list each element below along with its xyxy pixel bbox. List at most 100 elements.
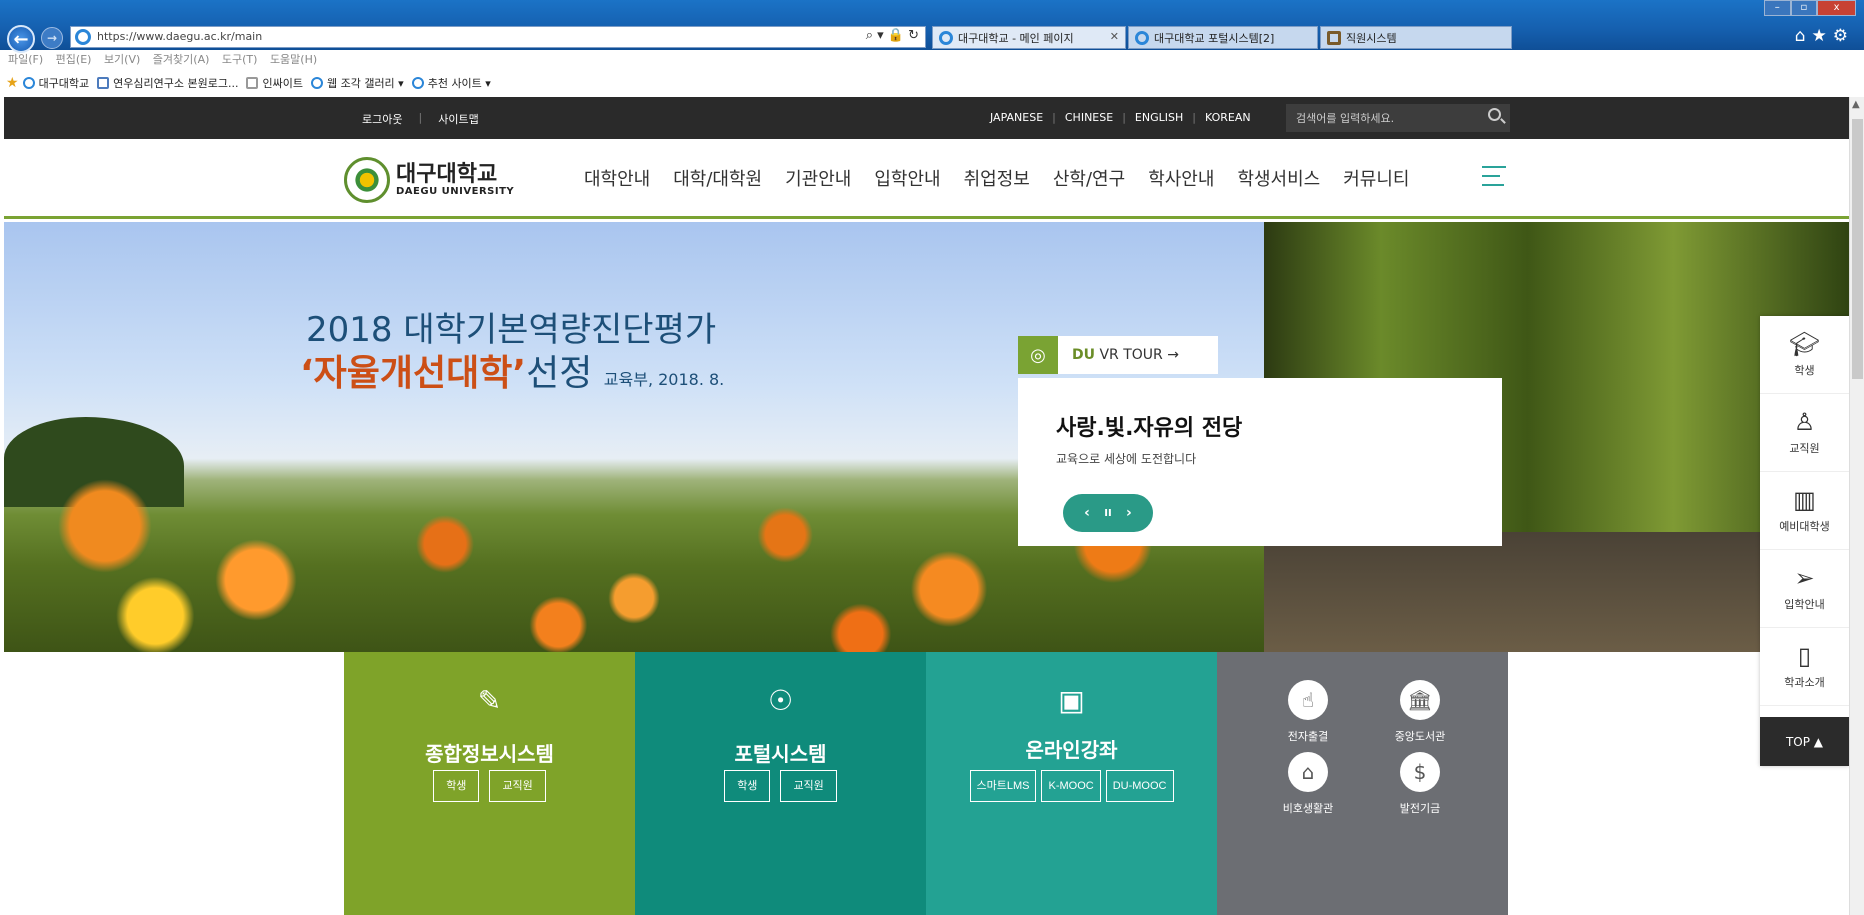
- tab-close-icon[interactable]: ✕: [1110, 30, 1119, 43]
- ie-page-icon: [75, 29, 91, 45]
- main-nav: 대학안내 대학/대학원 기관안내 입학안내 취업정보 산학/연구 학사안내 학생…: [584, 165, 1410, 191]
- monitor-chart-icon: ▣: [1058, 683, 1085, 717]
- back-button[interactable]: ←: [7, 25, 35, 53]
- nav-research[interactable]: 산학/연구: [1053, 165, 1125, 191]
- library-link[interactable]: 🏛︎ 중앙도서관: [1365, 680, 1475, 744]
- quick-prospective[interactable]: ▥ 예비대학생: [1760, 472, 1849, 550]
- hero-highlight: ‘자율개선대학’: [300, 353, 527, 394]
- tile-info-system: ✎ 종합정보시스템 학생 교직원: [344, 652, 635, 915]
- fav-item[interactable]: 연우심리연구소 본원로그...: [97, 75, 238, 91]
- library-building-icon: 🏛︎: [1400, 680, 1440, 720]
- du-mooc-button[interactable]: DU-MOOC: [1105, 770, 1174, 802]
- menu-edit[interactable]: 편집(E): [56, 53, 92, 66]
- quick-label: 학과소개: [1784, 675, 1825, 689]
- lang-japanese[interactable]: JAPANESE: [990, 111, 1043, 124]
- forward-button[interactable]: →: [41, 27, 63, 49]
- tab-staff[interactable]: 직원시스템: [1320, 26, 1512, 49]
- fav-item[interactable]: 인싸이트: [246, 75, 303, 91]
- tile-online-course: ▣ 온라인강좌 스마트LMS K-MOOC DU-MOOC: [926, 652, 1217, 915]
- hamburger-menu-icon[interactable]: [1482, 166, 1506, 188]
- info-staff-button[interactable]: 교직원: [489, 770, 546, 802]
- top-button[interactable]: TOP ▲: [1760, 717, 1849, 766]
- fav-item[interactable]: 추천 사이트 ▾: [411, 75, 491, 91]
- minimize-button[interactable]: –: [1764, 0, 1791, 16]
- scroll-thumb[interactable]: [1852, 119, 1863, 379]
- tab-label: 대구대학교 포털시스템[2]: [1154, 31, 1275, 45]
- fav-item[interactable]: 대구대학교: [22, 75, 89, 91]
- menu-help[interactable]: 도움말(H): [270, 53, 317, 66]
- tile-title: 온라인강좌: [1025, 738, 1118, 762]
- menu-file[interactable]: 파일(F): [8, 53, 43, 66]
- slide-prev-icon[interactable]: ‹: [1084, 505, 1090, 521]
- close-button[interactable]: x: [1817, 0, 1857, 16]
- hero-subtitle: ‘자율개선대학’선정 교육부, 2018. 8.: [300, 344, 724, 396]
- favorites-bar: ★ 대구대학교 연우심리연구소 본원로그... 인싸이트 웹 조각 갤러리 ▾ …: [0, 70, 1864, 96]
- nav-community[interactable]: 커뮤니티: [1343, 165, 1409, 191]
- e-attendance-link[interactable]: ☝ 전자출결: [1253, 680, 1363, 744]
- menu-view[interactable]: 보기(V): [104, 53, 140, 66]
- k-mooc-button[interactable]: K-MOOC: [1041, 770, 1101, 802]
- tab-favicon: [1135, 30, 1149, 45]
- portal-staff-button[interactable]: 교직원: [780, 770, 837, 802]
- tab-main[interactable]: 대구대학교 - 메인 페이지 ✕: [932, 26, 1126, 49]
- lang-korean[interactable]: KOREAN: [1205, 111, 1251, 124]
- maximize-button[interactable]: ▫: [1790, 0, 1818, 16]
- lang-chinese[interactable]: CHINESE: [1065, 111, 1113, 124]
- emblem-icon: [344, 157, 390, 203]
- portal-student-button[interactable]: 학생: [724, 770, 771, 802]
- lang-english[interactable]: ENGLISH: [1135, 111, 1183, 124]
- nav-admission[interactable]: 입학안내: [874, 165, 940, 191]
- nav-institutions[interactable]: 기관안내: [785, 165, 851, 191]
- page-scrollbar[interactable]: ▲: [1849, 97, 1864, 915]
- slogan-subtitle: 교육으로 세상에 도전합니다: [1056, 452, 1197, 466]
- nav-academics[interactable]: 학사안내: [1148, 165, 1214, 191]
- book-icon: ▥: [1793, 485, 1816, 514]
- quick-staff[interactable]: ♙ 교직원: [1760, 394, 1849, 472]
- language-links: JAPANESE | CHINESE | ENGLISH | KOREAN: [990, 111, 1251, 124]
- tile-portal-system: ☉ 포털시스템 학생 교직원: [635, 652, 926, 915]
- sitemap-link[interactable]: 사이트맵: [438, 111, 478, 127]
- university-logo[interactable]: 대구대학교 DAEGU UNIVERSITY: [344, 157, 514, 203]
- development-fund-link[interactable]: $ 발전기금: [1365, 752, 1475, 816]
- search-icon[interactable]: [1488, 108, 1501, 121]
- fav-label: 인싸이트: [262, 77, 303, 90]
- quick-student[interactable]: 🎓︎ 학생: [1760, 316, 1849, 394]
- tile-title: 포털시스템: [734, 742, 827, 766]
- quick-admission[interactable]: ➢ 입학안내: [1760, 550, 1849, 628]
- smart-lms-button[interactable]: 스마트LMS: [969, 770, 1037, 802]
- page-icon: [22, 77, 35, 89]
- search-input[interactable]: [1296, 109, 1476, 127]
- quick-label: 교직원: [1789, 441, 1820, 455]
- nav-colleges[interactable]: 대학/대학원: [673, 165, 762, 191]
- tile-etc-services: ☝ 전자출결 🏛︎ 중앙도서관 ⌂ 비호생활관 $ 발전기금: [1217, 652, 1508, 915]
- tab-label: 대구대학교 - 메인 페이지: [958, 31, 1074, 45]
- browser-tools[interactable]: ⌂★⚙: [1795, 26, 1854, 46]
- browser-chrome: ← → https://www.daegu.ac.kr/main ⌕ ▾ 🔒 ↻…: [0, 0, 1864, 97]
- page-icon: [411, 77, 424, 89]
- slide-next-icon[interactable]: ›: [1126, 505, 1132, 521]
- tab-label: 직원시스템: [1346, 31, 1397, 45]
- fav-label: 웹 조각 갤러리 ▾: [326, 77, 404, 90]
- divider: |: [1192, 111, 1196, 124]
- slide-pause-icon[interactable]: II: [1104, 508, 1111, 519]
- logout-link[interactable]: 로그아웃: [362, 111, 402, 127]
- address-bar[interactable]: https://www.daegu.ac.kr/main ⌕ ▾ 🔒 ↻: [70, 26, 926, 48]
- quick-departments[interactable]: ▯ 학과소개: [1760, 628, 1849, 706]
- tab-portal[interactable]: 대구대학교 포털시스템[2]: [1128, 26, 1318, 49]
- divider: |: [418, 111, 423, 124]
- money-hand-icon: $: [1400, 752, 1440, 792]
- menu-tools[interactable]: 도구(T): [222, 53, 258, 66]
- nav-about[interactable]: 대학안내: [584, 165, 650, 191]
- scroll-up-icon[interactable]: ▲: [1852, 99, 1860, 110]
- nav-student-service[interactable]: 학생서비스: [1237, 165, 1320, 191]
- dormitory-link[interactable]: ⌂ 비호생활관: [1253, 752, 1363, 816]
- nav-employment[interactable]: 취업정보: [964, 165, 1030, 191]
- fav-item[interactable]: 웹 조각 갤러리 ▾: [310, 75, 404, 91]
- info-student-button[interactable]: 학생: [433, 770, 480, 802]
- menu-favorites[interactable]: 즐겨찾기(A): [153, 53, 210, 66]
- address-controls[interactable]: ⌕ ▾ 🔒 ↻: [866, 28, 919, 43]
- vr-tour-button[interactable]: ◎ DU VR TOUR →: [1018, 336, 1218, 374]
- favorites-star-icon[interactable]: ★: [6, 75, 19, 91]
- main-header: 대구대학교 DAEGU UNIVERSITY 대학안내 대학/대학원 기관안내 …: [4, 139, 1849, 219]
- address-url[interactable]: https://www.daegu.ac.kr/main: [97, 30, 262, 43]
